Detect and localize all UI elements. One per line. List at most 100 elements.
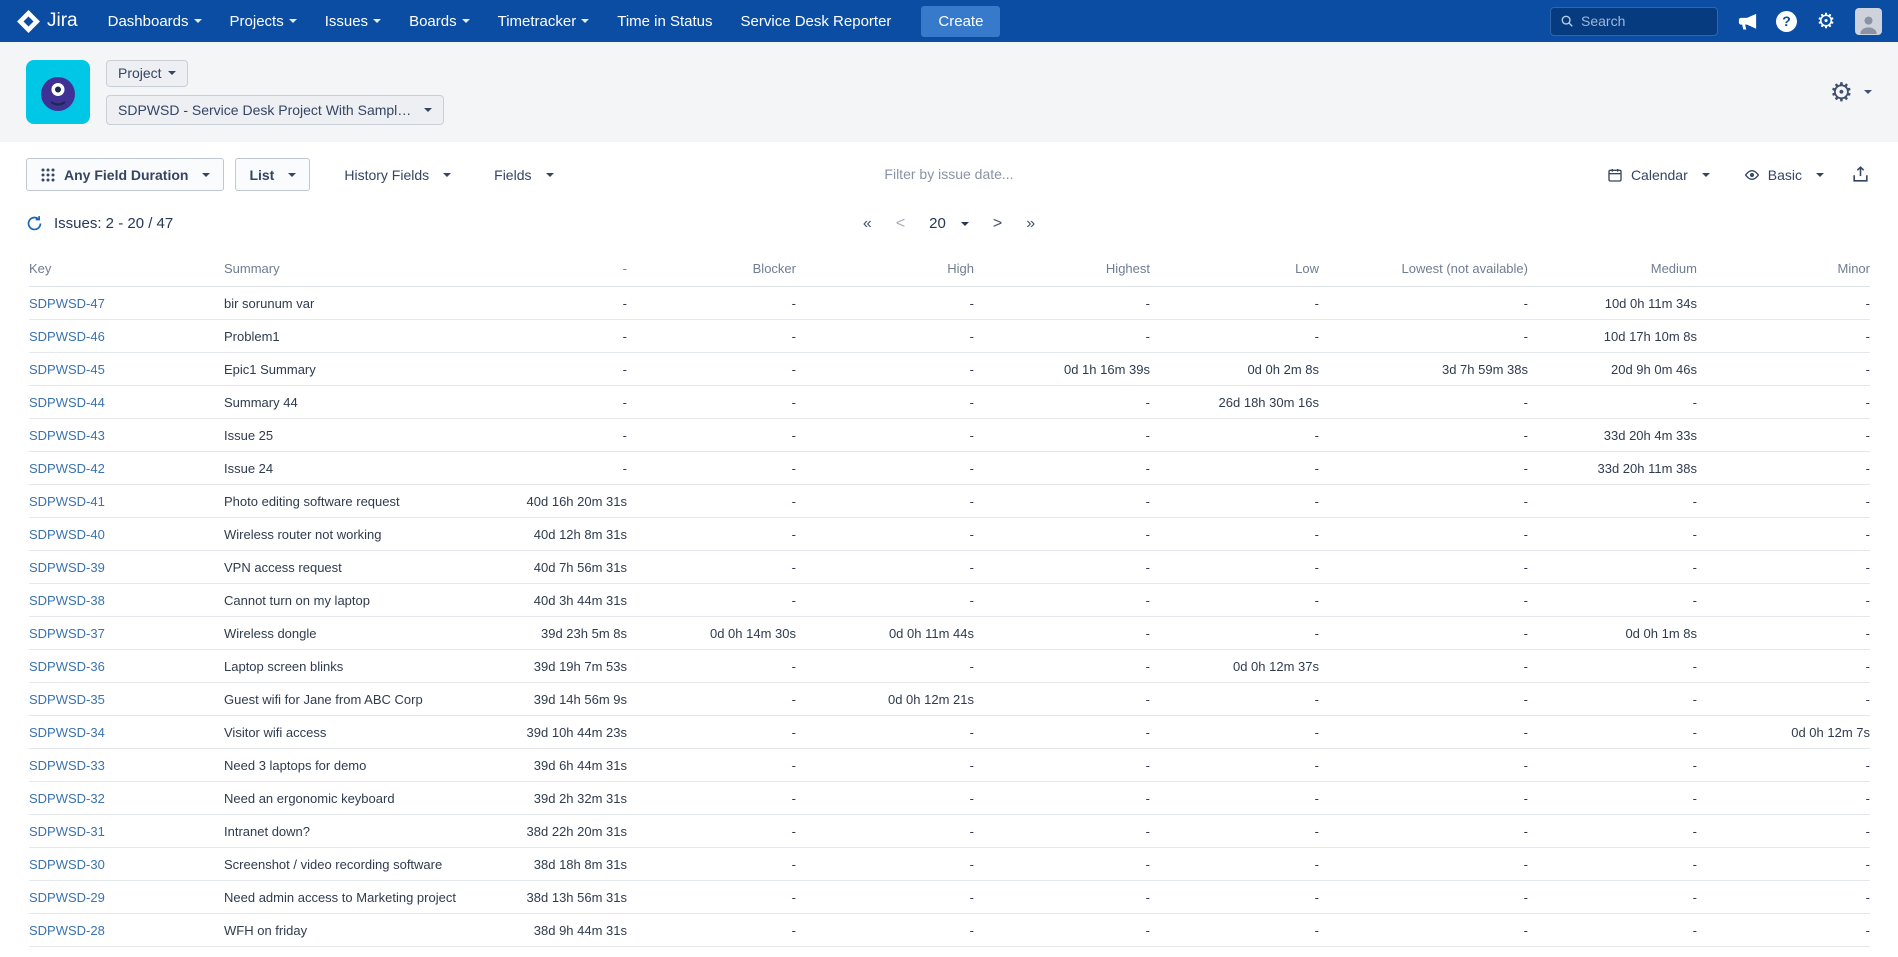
issue-key-link[interactable]: SDPWSD-31 bbox=[29, 824, 105, 839]
duration-cell: - bbox=[1528, 848, 1697, 881]
issue-key-link[interactable]: SDPWSD-28 bbox=[29, 923, 105, 938]
refresh-icon[interactable] bbox=[26, 215, 43, 232]
announcements-icon[interactable] bbox=[1735, 9, 1759, 33]
duration-cell: - bbox=[1150, 485, 1319, 518]
fields-dropdown[interactable]: Fields bbox=[485, 158, 562, 191]
issue-key-link[interactable]: SDPWSD-32 bbox=[29, 791, 105, 806]
duration-cell: - bbox=[974, 683, 1150, 716]
duration-cell: - bbox=[1150, 551, 1319, 584]
issue-key-link[interactable]: SDPWSD-38 bbox=[29, 593, 105, 608]
jira-logo-icon bbox=[16, 9, 41, 34]
chevron-down-icon bbox=[546, 173, 554, 177]
duration-cell: - bbox=[1697, 683, 1870, 716]
pagination-last[interactable]: » bbox=[1026, 216, 1035, 232]
issue-key-cell: SDPWSD-31 bbox=[29, 815, 224, 848]
duration-cell: - bbox=[1319, 518, 1528, 551]
project-select-value: SDPWSD - Service Desk Project With Sampl… bbox=[118, 102, 418, 118]
duration-cell: - bbox=[1150, 419, 1319, 452]
chevron-down-icon bbox=[462, 19, 470, 23]
project-settings-button[interactable]: ⚙ bbox=[1830, 79, 1872, 105]
duration-cell: - bbox=[1319, 617, 1528, 650]
issue-key-link[interactable]: SDPWSD-35 bbox=[29, 692, 105, 707]
duration-cell: - bbox=[1528, 914, 1697, 947]
duration-cell: - bbox=[1697, 914, 1870, 947]
field-duration-dropdown[interactable]: Any Field Duration bbox=[26, 158, 224, 191]
project-avatar bbox=[26, 60, 90, 124]
chevron-down-icon bbox=[373, 19, 381, 23]
eye-icon bbox=[1744, 167, 1760, 183]
issue-key-link[interactable]: SDPWSD-46 bbox=[29, 329, 105, 344]
column-header-5[interactable]: High bbox=[796, 252, 974, 287]
issue-key-link[interactable]: SDPWSD-44 bbox=[29, 395, 105, 410]
table-row: SDPWSD-29Need admin access to Marketing … bbox=[29, 881, 1870, 914]
help-icon[interactable]: ? bbox=[1776, 11, 1797, 32]
issue-key-link[interactable]: SDPWSD-36 bbox=[29, 659, 105, 674]
issue-key-link[interactable]: SDPWSD-43 bbox=[29, 428, 105, 443]
duration-cell: - bbox=[1319, 551, 1528, 584]
issue-key-link[interactable]: SDPWSD-30 bbox=[29, 857, 105, 872]
issue-key-link[interactable]: SDPWSD-45 bbox=[29, 362, 105, 377]
jira-logo[interactable]: Jira bbox=[16, 9, 78, 34]
column-header-2[interactable]: Summary bbox=[224, 252, 514, 287]
issue-key-link[interactable]: SDPWSD-47 bbox=[29, 296, 105, 311]
issue-key-cell: SDPWSD-32 bbox=[29, 782, 224, 815]
duration-cell: - bbox=[1319, 716, 1528, 749]
duration-cell: - bbox=[974, 320, 1150, 353]
issue-summary: VPN access request bbox=[224, 551, 514, 584]
scope-dropdown[interactable]: Project bbox=[106, 60, 188, 87]
gear-icon[interactable]: ⚙ bbox=[1814, 9, 1838, 33]
nav-items: Dashboards Projects Issues Boards Timetracke… bbox=[108, 13, 892, 30]
issue-summary: Summary 44 bbox=[224, 386, 514, 419]
issue-key-cell: SDPWSD-30 bbox=[29, 848, 224, 881]
export-button[interactable] bbox=[1849, 163, 1872, 186]
filter-date-input[interactable] bbox=[834, 166, 1064, 182]
pagination-next[interactable]: > bbox=[993, 216, 1002, 232]
page-size-select[interactable]: 20 bbox=[929, 215, 969, 232]
nav-item-boards[interactable]: Boards bbox=[409, 13, 470, 30]
column-header-8[interactable]: Lowest (not available) bbox=[1319, 252, 1528, 287]
nav-item-projects[interactable]: Projects bbox=[230, 13, 297, 30]
nav-item-dashboards[interactable]: Dashboards bbox=[108, 13, 202, 30]
duration-cell: 0d 0h 1m 8s bbox=[1528, 617, 1697, 650]
nav-item-time-in-status[interactable]: Time in Status bbox=[617, 13, 712, 30]
issue-key-link[interactable]: SDPWSD-37 bbox=[29, 626, 105, 641]
chevron-down-icon bbox=[194, 19, 202, 23]
user-avatar[interactable] bbox=[1855, 8, 1882, 35]
duration-cell: - bbox=[1319, 386, 1528, 419]
column-header-4[interactable]: Blocker bbox=[627, 252, 796, 287]
issue-key-link[interactable]: SDPWSD-41 bbox=[29, 494, 105, 509]
pagination-prev[interactable]: < bbox=[896, 216, 905, 232]
issue-key-link[interactable]: SDPWSD-40 bbox=[29, 527, 105, 542]
issue-key-link[interactable]: SDPWSD-33 bbox=[29, 758, 105, 773]
nav-right: ? ⚙ bbox=[1550, 7, 1882, 36]
view-mode-dropdown[interactable]: Basic bbox=[1735, 158, 1833, 191]
table-row: SDPWSD-35Guest wifi for Jane from ABC Co… bbox=[29, 683, 1870, 716]
calendar-dropdown[interactable]: Calendar bbox=[1598, 158, 1719, 191]
view-dropdown[interactable]: List bbox=[235, 158, 310, 191]
create-button[interactable]: Create bbox=[921, 6, 1000, 37]
nav-item-service-desk-reporter[interactable]: Service Desk Reporter bbox=[741, 13, 892, 30]
issue-key-link[interactable]: SDPWSD-42 bbox=[29, 461, 105, 476]
issue-key-cell: SDPWSD-37 bbox=[29, 617, 224, 650]
history-fields-dropdown[interactable]: History Fields bbox=[335, 158, 460, 191]
column-header-10[interactable]: Minor bbox=[1697, 252, 1870, 287]
duration-cell: 39d 19h 7m 53s bbox=[514, 650, 627, 683]
duration-cell: 40d 12h 8m 31s bbox=[514, 518, 627, 551]
column-header-3[interactable]: - bbox=[514, 252, 627, 287]
issue-key-link[interactable]: SDPWSD-34 bbox=[29, 725, 105, 740]
column-header-1[interactable]: Key bbox=[29, 252, 224, 287]
column-header-7[interactable]: Low bbox=[1150, 252, 1319, 287]
pagination-first[interactable]: « bbox=[863, 216, 872, 232]
duration-cell: 38d 22h 20m 31s bbox=[514, 815, 627, 848]
duration-cell: - bbox=[796, 584, 974, 617]
issue-key-link[interactable]: SDPWSD-39 bbox=[29, 560, 105, 575]
column-header-9[interactable]: Medium bbox=[1528, 252, 1697, 287]
duration-cell: - bbox=[974, 881, 1150, 914]
issue-key-link[interactable]: SDPWSD-29 bbox=[29, 890, 105, 905]
nav-item-timetracker[interactable]: Timetracker bbox=[498, 13, 590, 30]
nav-item-issues[interactable]: Issues bbox=[325, 13, 381, 30]
duration-cell: - bbox=[796, 782, 974, 815]
search-input[interactable] bbox=[1581, 13, 1708, 29]
project-select[interactable]: SDPWSD - Service Desk Project With Sampl… bbox=[106, 95, 444, 125]
column-header-6[interactable]: Highest bbox=[974, 252, 1150, 287]
